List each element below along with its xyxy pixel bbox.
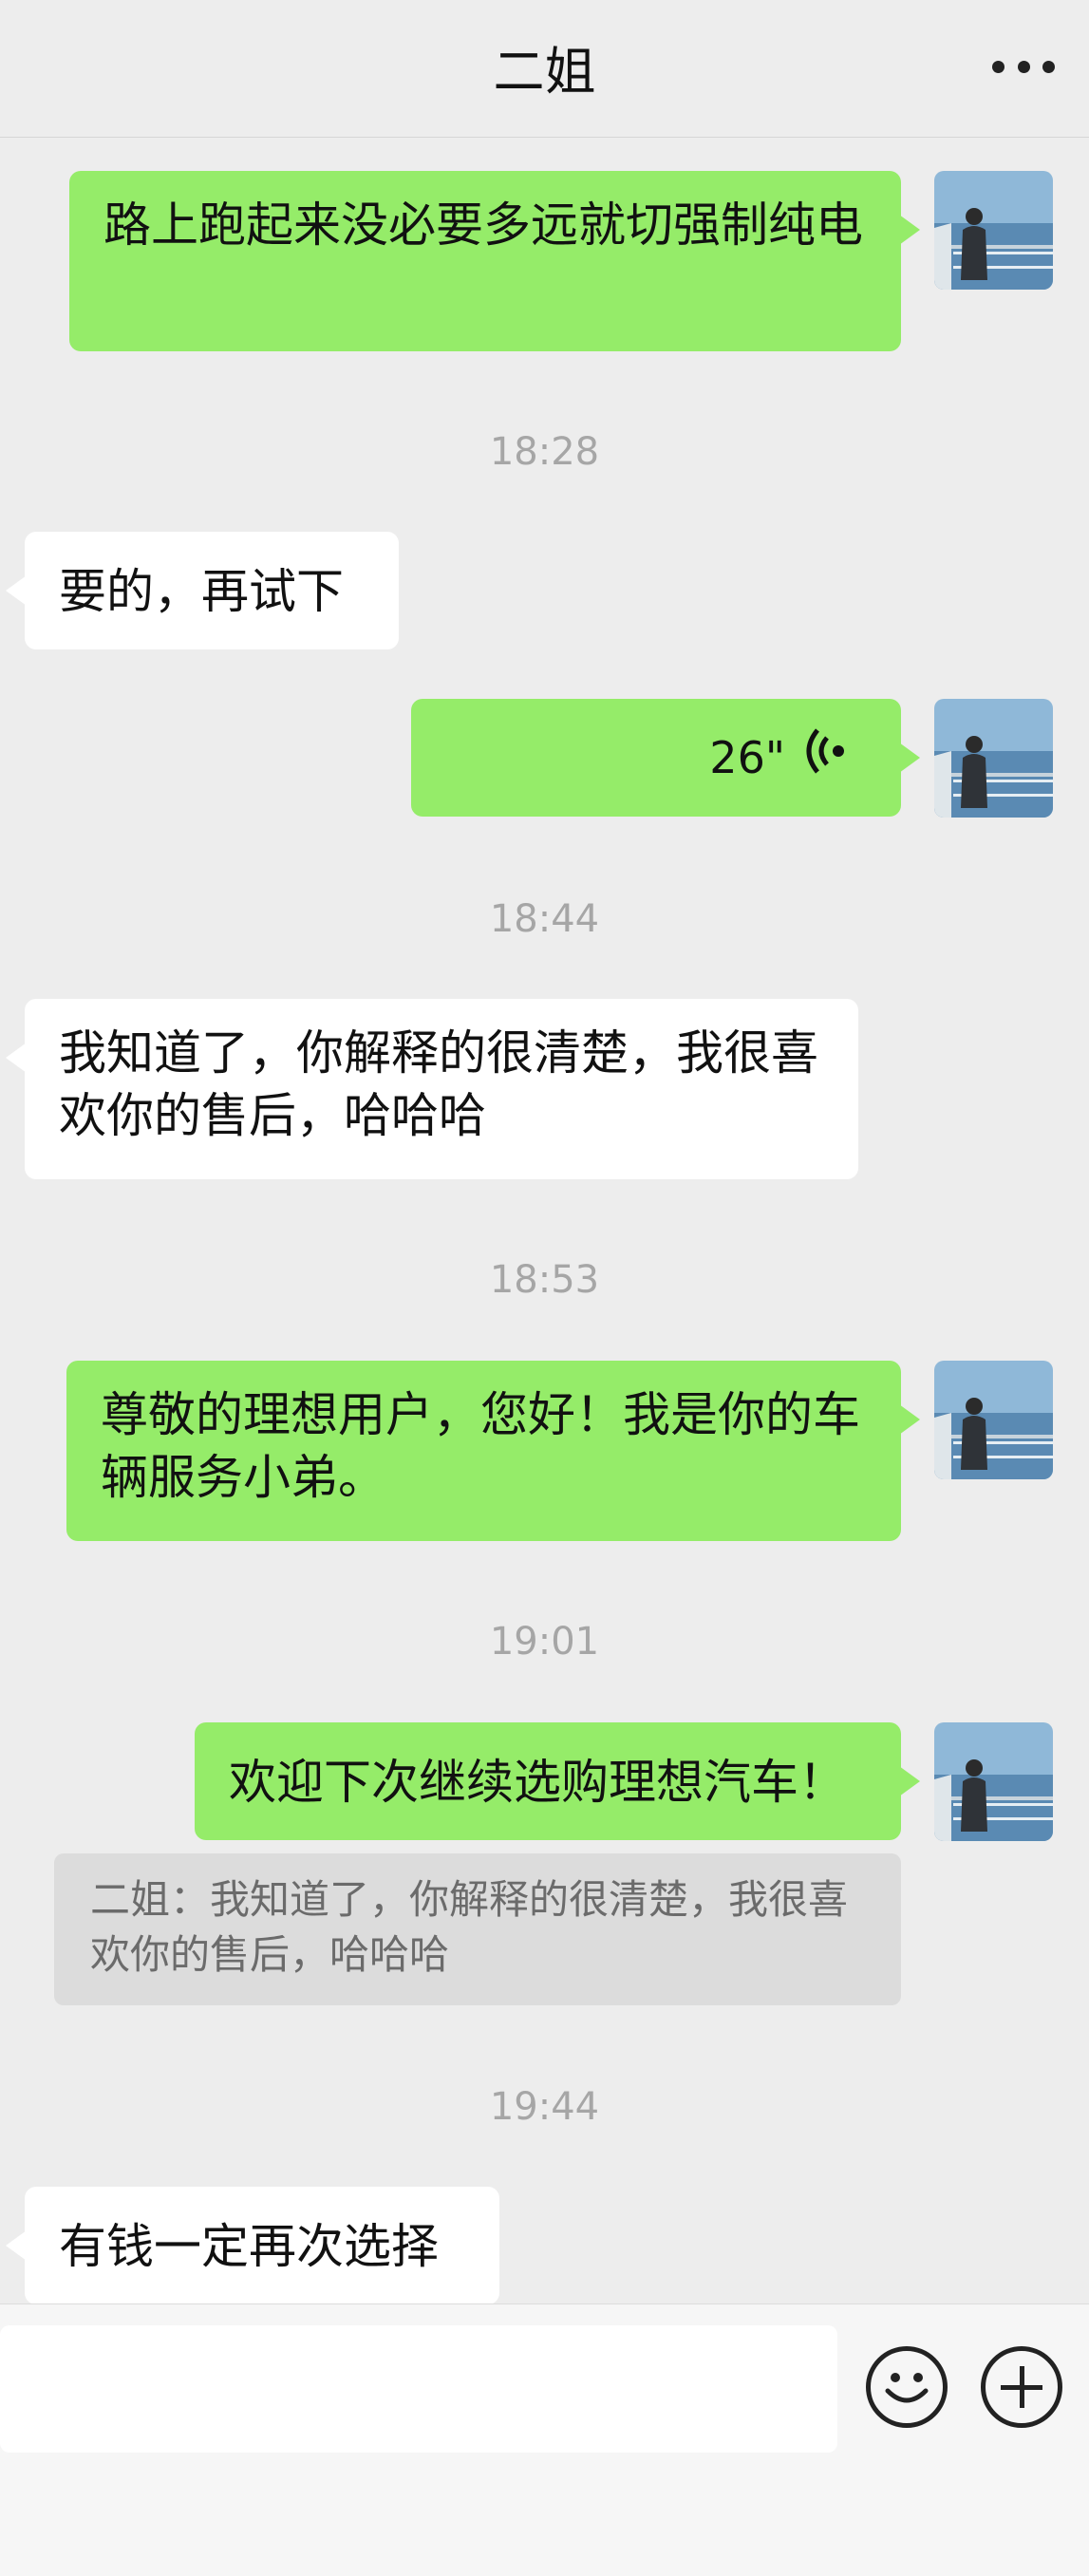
quoted-message[interactable]: 二姐：我知道了，你解释的很清楚，我很喜欢你的售后，哈哈哈	[54, 1853, 901, 2005]
message-received[interactable]: 我知道了，你解释的很清楚，我很喜欢你的售后，哈哈哈	[6, 999, 858, 1179]
timestamp: 18:53	[489, 1258, 600, 1302]
message-received[interactable]: 要的，再试下	[6, 532, 399, 649]
message-sent[interactable]: 欢迎下次继续选购理想汽车！	[195, 1722, 920, 1840]
more-dots-icon[interactable]	[992, 53, 1055, 80]
message-sent[interactable]: 尊敬的理想用户，您好！我是你的车辆服务小弟。	[66, 1361, 920, 1541]
timestamp: 19:44	[489, 2085, 600, 2129]
avatar[interactable]	[934, 1361, 1053, 1479]
avatar[interactable]	[934, 699, 1053, 818]
avatar[interactable]	[934, 171, 1053, 290]
timestamp: 18:28	[489, 430, 600, 474]
voice-wave-icon	[806, 726, 848, 789]
avatar[interactable]	[934, 1722, 1053, 1841]
chat-title: 二姐	[493, 42, 596, 102]
plus-icon[interactable]	[981, 2346, 1062, 2428]
message-received[interactable]: 有钱一定再次选择	[6, 2187, 499, 2303]
timestamp: 18:44	[489, 897, 600, 941]
voice-duration: 26"	[709, 732, 785, 783]
message-sent[interactable]: 路上跑起来没必要多远就切强制纯电	[69, 171, 920, 351]
input-bar	[0, 2303, 1089, 2576]
message-input[interactable]	[0, 2325, 837, 2453]
voice-message[interactable]: 26"	[411, 699, 920, 817]
message-list[interactable]: 路上跑起来没必要多远就切强制纯电 18:28 要的，再试下 26" 18:44 …	[0, 139, 1089, 2303]
emoji-icon[interactable]	[866, 2346, 948, 2428]
chat-header: 二姐	[0, 0, 1089, 138]
timestamp: 19:01	[489, 1620, 600, 1664]
